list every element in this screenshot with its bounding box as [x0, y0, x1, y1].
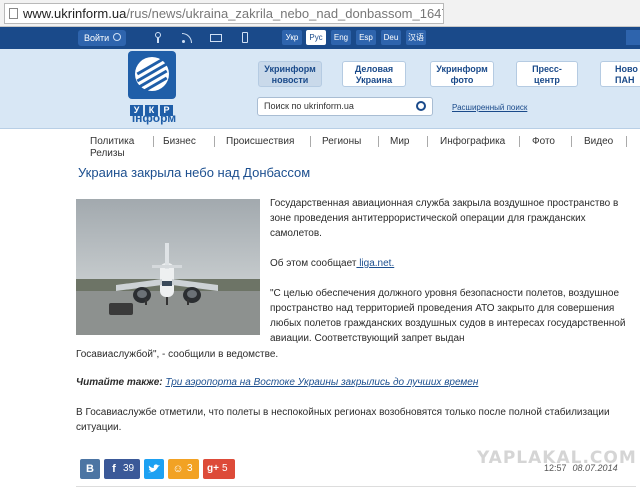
search-icon[interactable]	[416, 101, 426, 111]
tree-icon[interactable]	[151, 31, 165, 44]
article-paragraph-4: В Госавиаслужбе отметили, что полеты в н…	[76, 407, 610, 433]
search-placeholder: Поиск по ukrinform.ua	[264, 101, 354, 111]
nav-item-mir[interactable]: Мир	[390, 136, 409, 147]
login-label: Войти	[84, 33, 110, 43]
source-prefix: Об этом сообщает	[270, 258, 357, 269]
section-ukrinform-news[interactable]: Укринформ новости	[258, 61, 322, 87]
article-date: 08.07.2014	[572, 463, 618, 473]
lang-deu[interactable]: Deu	[381, 30, 401, 45]
lang-rus[interactable]: Рус	[306, 30, 326, 45]
article-datetime: 12:57 08.07.2014	[544, 463, 618, 473]
twitter-share-button[interactable]	[144, 459, 164, 479]
advanced-search-link[interactable]: Расширенный поиск	[452, 103, 527, 112]
airplane-image	[116, 243, 218, 305]
read-also-link[interactable]: Три аэропорта на Востоке Украины закрыли…	[165, 377, 478, 388]
nav-item-proisshestviya[interactable]: Происшествия	[226, 136, 294, 147]
section-delovaya-ukraina[interactable]: Деловая Украина	[342, 61, 406, 87]
mobile-icon[interactable]	[238, 31, 252, 44]
section-new-pan[interactable]: Ново ПАН	[600, 61, 640, 87]
nav-item-relizy[interactable]: Релизы	[90, 148, 125, 159]
ukrinform-logo[interactable]	[128, 51, 176, 99]
vk-share-button[interactable]: В	[80, 459, 100, 479]
site-topbar: Войти Укр Рус Eng Esp Deu 汉语	[0, 27, 640, 49]
article-title: Украина закрыла небо над Донбассом	[78, 165, 311, 180]
divider	[76, 486, 636, 487]
nav-item-video[interactable]: Видео	[584, 136, 613, 147]
url-path: /rus/news/ukraina_zakrila_nebo_nad_donba…	[126, 6, 444, 21]
car-image	[109, 303, 133, 315]
page-icon	[9, 8, 18, 19]
read-also: Читайте также: Три аэропорта на Востоке …	[76, 377, 479, 388]
nav-item-politika[interactable]: Политика	[90, 136, 134, 147]
nav-item-biznes[interactable]: Бизнес	[163, 136, 196, 147]
extra-icon[interactable]	[626, 30, 640, 45]
browser-address-bar: www.ukrinform.ua/rus/news/ukraina_zakril…	[0, 0, 640, 27]
article-photo	[76, 199, 260, 335]
rss-icon[interactable]	[180, 31, 194, 44]
nav-item-regiony[interactable]: Регионы	[322, 136, 361, 147]
logo-ukr: УКР	[130, 100, 176, 116]
globe-icon	[135, 55, 169, 97]
mail-icon[interactable]	[209, 31, 223, 44]
read-also-label: Читайте также	[76, 377, 160, 388]
lang-ukr[interactable]: Укр	[282, 30, 302, 45]
logo-inform: інформ	[131, 111, 177, 125]
article-paragraph-1: Государственная авиационная служба закры…	[270, 198, 619, 239]
facebook-count: 39	[120, 459, 140, 479]
search-input[interactable]: Поиск по ukrinform.ua	[257, 97, 433, 116]
url-host: www.ukrinform.ua	[23, 6, 127, 21]
lang-eng[interactable]: Eng	[331, 30, 351, 45]
login-button[interactable]: Войти	[78, 30, 126, 46]
odnoklassniki-count: 3	[184, 459, 199, 479]
lang-chn[interactable]: 汉语	[406, 30, 426, 45]
section-press-center[interactable]: Пресс-центр	[516, 61, 578, 87]
googleplus-count: 5	[219, 459, 235, 479]
nav-item-infografika[interactable]: Инфографика	[440, 136, 505, 147]
article-time: 12:57	[544, 463, 567, 473]
url-field[interactable]: www.ukrinform.ua/rus/news/ukraina_zakril…	[4, 3, 444, 24]
site-header: УКР інформ Укринформ новости Деловая Украи…	[0, 49, 640, 129]
main-nav: Политика Бизнес Происшествия Регионы Мир…	[0, 133, 640, 161]
article-paragraph-2: Об этом сообщает liga.net.	[270, 256, 632, 271]
article-quote: "С целью обеспечения должного уровня без…	[270, 288, 626, 344]
lang-esp[interactable]: Esp	[356, 30, 376, 45]
article-quote-end: Госавиаслужбой", - сообщили в ведомстве.	[76, 349, 279, 360]
twitter-icon	[148, 464, 160, 473]
nav-item-foto[interactable]: Фото	[532, 136, 555, 147]
section-ukrinform-photo[interactable]: Укринформ фото	[430, 61, 494, 87]
source-link[interactable]: liga.net.	[356, 258, 394, 269]
key-icon	[113, 33, 121, 41]
